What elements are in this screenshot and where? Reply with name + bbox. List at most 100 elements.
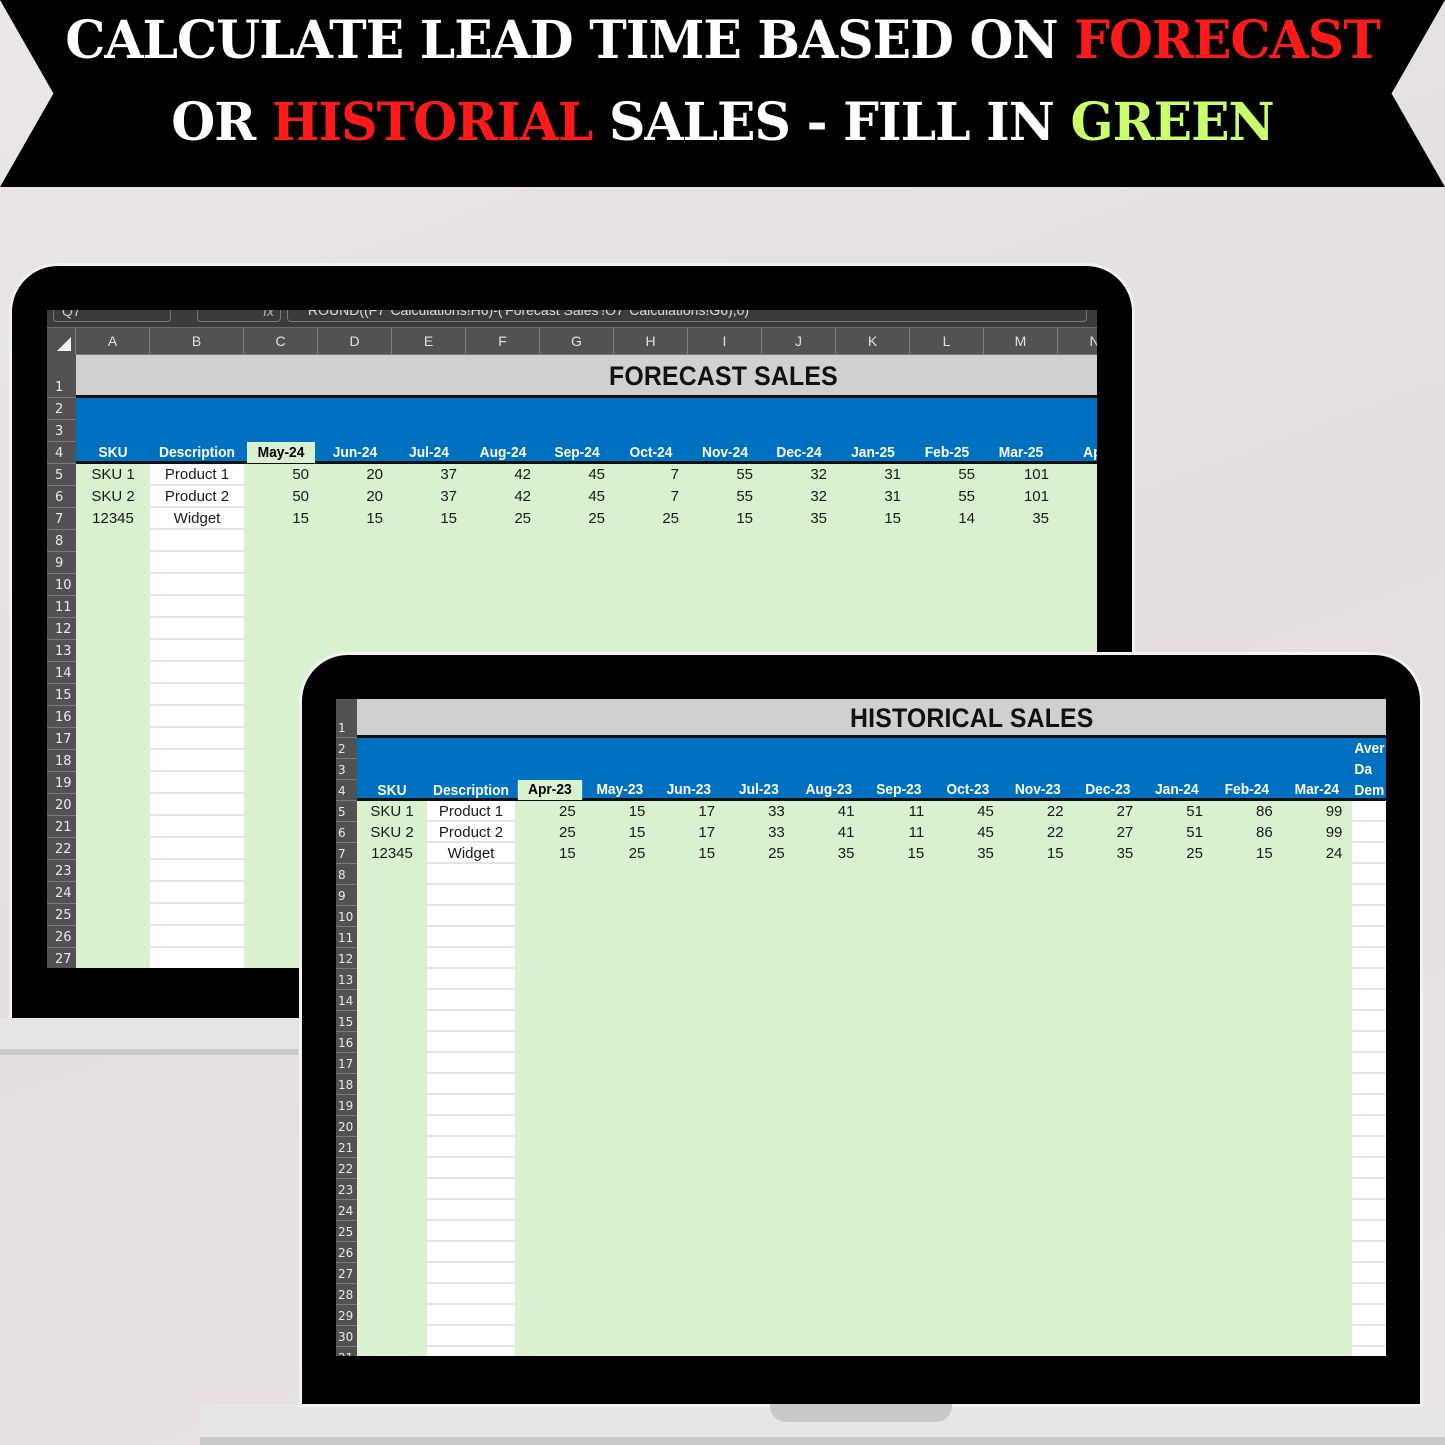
cell-sales-value[interactable]: 25 (614, 510, 679, 527)
column-header[interactable]: B (150, 328, 244, 355)
cell-sales-value[interactable]: 14 (910, 510, 975, 527)
row-number[interactable]: 10 (336, 906, 357, 927)
row-number[interactable]: 13 (47, 640, 76, 662)
cell-sales-value[interactable]: 32 (762, 466, 827, 483)
cell-sku[interactable]: 12345 (357, 845, 427, 862)
cell-description[interactable]: Product 2 (150, 488, 244, 505)
row-number[interactable]: 9 (47, 552, 76, 574)
cell-sales-value[interactable]: 11 (864, 824, 925, 841)
row-number[interactable]: 18 (336, 1074, 357, 1095)
cell-sales-value[interactable]: 15 (1003, 845, 1064, 862)
cell-description[interactable]: Product 1 (150, 466, 244, 483)
cell-sales-value[interactable]: 101 (984, 488, 1049, 505)
row-number[interactable]: 2 (336, 738, 357, 759)
row-number[interactable]: 18 (47, 750, 76, 772)
column-header[interactable]: E (392, 328, 466, 355)
cell-sku[interactable]: SKU 1 (76, 466, 150, 483)
column-header[interactable]: J (762, 328, 836, 355)
cell-sales-value[interactable]: 99 (1282, 824, 1343, 841)
row-number[interactable]: 8 (47, 530, 76, 552)
row-number[interactable]: 11 (47, 596, 76, 618)
cell-sales-value[interactable]: 31 (836, 466, 901, 483)
cell-sales-value[interactable]: 24 (1282, 845, 1343, 862)
row-number[interactable]: 4 (336, 780, 357, 801)
fx-icon[interactable]: fx (197, 310, 281, 322)
cell-sales-value[interactable]: 32 (762, 488, 827, 505)
cell-sales-value[interactable]: 86 (1212, 824, 1273, 841)
cell-sales-value[interactable]: 35 (933, 845, 994, 862)
cell-sales-value[interactable]: 37 (392, 466, 457, 483)
row-number[interactable]: 25 (47, 904, 76, 926)
cell-sales-value[interactable]: 15 (1212, 845, 1273, 862)
column-header[interactable]: G (540, 328, 614, 355)
column-header[interactable]: K (836, 328, 910, 355)
cell-sales-value[interactable]: 35 (762, 510, 827, 527)
row-number[interactable]: 12 (47, 618, 76, 640)
row-number[interactable]: 24 (47, 882, 76, 904)
cell-description[interactable]: Widget (427, 845, 515, 862)
cell-sales-value[interactable]: 25 (1142, 845, 1203, 862)
row-number[interactable]: 22 (47, 838, 76, 860)
column-header[interactable]: A (76, 328, 150, 355)
row-number[interactable]: 30 (336, 1326, 357, 1347)
row-number[interactable]: 2 (47, 398, 76, 420)
row-number[interactable]: 28 (336, 1284, 357, 1305)
row-number[interactable]: 6 (47, 486, 76, 508)
cell-sales-value[interactable]: 42 (466, 488, 531, 505)
cell-sales-value[interactable]: 15 (654, 845, 715, 862)
cell-sales-value[interactable]: 31 (836, 488, 901, 505)
cell-sales-value[interactable]: 15 (318, 510, 383, 527)
cell-sales-value[interactable]: 45 (933, 803, 994, 820)
cell-sales-value[interactable]: 45 (933, 824, 994, 841)
row-number[interactable]: 5 (47, 464, 76, 486)
row-number[interactable]: 14 (336, 990, 357, 1011)
cell-sales-value[interactable]: 15 (515, 845, 576, 862)
row-number[interactable]: 20 (47, 794, 76, 816)
cell-sales-value[interactable]: 20 (318, 466, 383, 483)
cell-sales-value[interactable]: 42 (466, 466, 531, 483)
row-number[interactable]: 15 (336, 1011, 357, 1032)
column-header[interactable]: I (688, 328, 762, 355)
row-number[interactable]: 17 (336, 1053, 357, 1074)
cell-sales-value[interactable]: 15 (585, 824, 646, 841)
column-header[interactable]: C (244, 328, 318, 355)
cell-sales-value[interactable]: 15 (585, 803, 646, 820)
row-number[interactable]: 5 (336, 801, 357, 822)
row-number[interactable]: 21 (47, 816, 76, 838)
row-number[interactable]: 11 (336, 927, 357, 948)
cell-sales-value[interactable]: 35 (794, 845, 855, 862)
cell-sales-value[interactable]: 41 (794, 803, 855, 820)
cell-sales-value[interactable]: 41 (794, 824, 855, 841)
cell-sales-value[interactable]: 15 (688, 510, 753, 527)
row-number[interactable]: 10 (47, 574, 76, 596)
cell-sales-value[interactable]: 55 (688, 466, 753, 483)
row-number[interactable]: 19 (47, 772, 76, 794)
row-number[interactable]: 24 (336, 1200, 357, 1221)
cell-sku[interactable]: SKU 1 (357, 803, 427, 820)
row-number[interactable]: 21 (336, 1137, 357, 1158)
column-header[interactable]: L (910, 328, 984, 355)
column-header[interactable]: D (318, 328, 392, 355)
cell-sales-value[interactable]: 101 (984, 466, 1049, 483)
cell-sales-value[interactable]: 35 (984, 510, 1049, 527)
cell-sales-value[interactable]: 50 (244, 466, 309, 483)
cell-sku[interactable]: 12345 (76, 510, 150, 527)
row-number[interactable]: 17 (47, 728, 76, 750)
formula-input[interactable]: ROUND((F7*Calculations!H6)-('Forecast Sa… (287, 310, 1087, 322)
row-number[interactable]: 23 (336, 1179, 357, 1200)
cell-sales-value[interactable]: 22 (1003, 824, 1064, 841)
row-number[interactable]: 7 (47, 508, 76, 530)
row-number[interactable]: 9 (336, 885, 357, 906)
cell-sales-value[interactable]: 17 (654, 803, 715, 820)
row-number[interactable]: 27 (336, 1263, 357, 1284)
cell-sales-value[interactable]: 45 (540, 466, 605, 483)
cell-sales-value[interactable]: 15 (244, 510, 309, 527)
cell-sku[interactable]: SKU 2 (357, 824, 427, 841)
cell-sales-value[interactable]: 33 (724, 803, 785, 820)
cell-description[interactable]: Widget (150, 510, 244, 527)
cell-sku[interactable]: SKU 2 (76, 488, 150, 505)
row-number[interactable]: 15 (47, 684, 76, 706)
cell-sales-value[interactable]: 25 (585, 845, 646, 862)
cell-description[interactable]: Product 2 (427, 824, 515, 841)
row-number[interactable]: 16 (336, 1032, 357, 1053)
